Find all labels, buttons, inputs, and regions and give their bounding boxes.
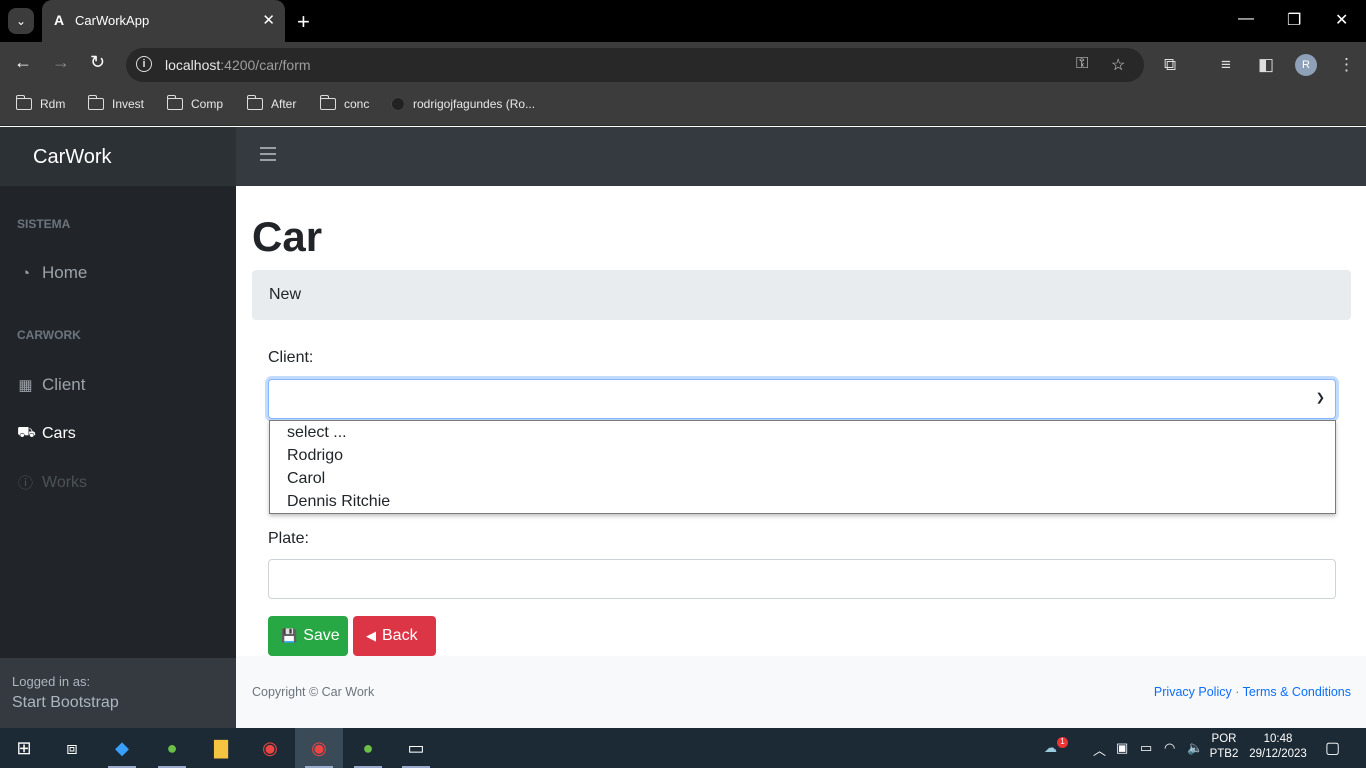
github-icon bbox=[391, 97, 405, 111]
back-arrow-icon[interactable]: ← bbox=[14, 52, 32, 73]
sidebar-item-client[interactable]: ▦ Client bbox=[17, 375, 85, 395]
windows-start-icon[interactable]: ⊞ bbox=[0, 728, 48, 768]
spring-tool-icon[interactable]: ● bbox=[344, 728, 392, 768]
sidebar-toggle-icon[interactable] bbox=[260, 147, 276, 165]
sidebar-item-home[interactable]: ◔ Home bbox=[17, 263, 87, 283]
restore-button[interactable]: ❐ bbox=[1287, 10, 1301, 30]
client-select[interactable]: ❯ bbox=[268, 379, 1336, 419]
profile-avatar[interactable]: R bbox=[1295, 54, 1317, 76]
folder-icon bbox=[246, 95, 263, 110]
page-title: Car bbox=[252, 213, 323, 260]
dashboard-icon: ◔ bbox=[20, 264, 31, 282]
address-bar[interactable]: i localhost:4200/car/form ⚿ ☆ bbox=[126, 48, 1144, 82]
privacy-policy-link[interactable]: Privacy Policy bbox=[1154, 685, 1232, 699]
sidebar-footer: Logged in as: Start Bootstrap bbox=[0, 658, 236, 728]
weather-badge: 1 bbox=[1057, 737, 1068, 748]
plate-label: Plate: bbox=[268, 530, 309, 547]
sidebar-item-cars[interactable]: ⛟ Cars bbox=[17, 424, 76, 443]
logged-in-user: Start Bootstrap bbox=[12, 694, 119, 711]
brand-area: CarWork bbox=[0, 127, 236, 186]
bookmark-star-icon[interactable]: ☆ bbox=[1111, 55, 1125, 75]
forward-arrow-icon[interactable]: → bbox=[52, 52, 70, 73]
folder-icon bbox=[15, 95, 32, 110]
windows-taskbar: ⊞ ⧈ ◆ ● ▇ ◉ ◉ ● ▭ ☁ 1 ︿ ▣ ▭ ◠ 🔈 POR PTB2… bbox=[0, 728, 1366, 768]
browser-toolbar: ← → ↻ i localhost:4200/car/form ⚿ ☆ ⧉ ≡ … bbox=[0, 42, 1366, 88]
bookmark-folder[interactable]: Rdm bbox=[15, 95, 65, 111]
floppy-disk-icon: 💾 bbox=[281, 628, 298, 643]
sidebar: SISTEMA ◔ Home CARWORK ▦ Client ⛟ Cars ⓘ… bbox=[0, 186, 236, 728]
tab-title: CarWorkApp bbox=[75, 13, 150, 28]
chrome-icon[interactable]: ◉ bbox=[246, 728, 294, 768]
browser-tab[interactable]: A CarWorkApp ✕ bbox=[42, 0, 285, 42]
sidebar-item-works[interactable]: ⓘ Works bbox=[17, 472, 87, 493]
bookmarks-bar: Rdm Invest Comp After conc rodrigojfagun… bbox=[0, 88, 1366, 126]
chevron-down-icon: ❯ bbox=[1315, 392, 1325, 404]
angular-icon: A bbox=[54, 12, 65, 28]
tab-close-icon[interactable]: ✕ bbox=[262, 11, 275, 29]
bookmark-folder[interactable]: After bbox=[246, 95, 296, 111]
arrow-circle-left-icon: ◀ bbox=[366, 628, 376, 643]
footer-separator: · bbox=[1235, 685, 1240, 699]
file-explorer-icon[interactable]: ▇ bbox=[197, 728, 245, 768]
media-control-icon[interactable]: ≡ bbox=[1221, 55, 1231, 75]
weather-icon[interactable]: ☁ bbox=[1044, 740, 1057, 756]
breadcrumb: New bbox=[252, 270, 1351, 320]
site-info-icon[interactable]: i bbox=[136, 56, 152, 72]
side-panel-icon[interactable]: ◧ bbox=[1258, 55, 1274, 75]
dropdown-option[interactable]: Carol bbox=[270, 467, 1335, 490]
volume-icon[interactable]: 🔈 bbox=[1187, 740, 1203, 756]
info-icon: ⓘ bbox=[17, 475, 33, 492]
dropdown-option[interactable]: Rodrigo bbox=[270, 444, 1335, 467]
folder-icon bbox=[87, 95, 104, 110]
terminal-icon[interactable]: ▭ bbox=[392, 728, 440, 768]
plate-input[interactable] bbox=[268, 559, 1336, 599]
task-view-icon[interactable]: ⧈ bbox=[48, 728, 96, 768]
logged-in-label: Logged in as: bbox=[12, 674, 91, 689]
client-label: Client: bbox=[268, 349, 314, 366]
spring-tool-icon[interactable]: ● bbox=[148, 728, 196, 768]
folder-icon bbox=[319, 95, 336, 110]
sidebar-heading-sistema: SISTEMA bbox=[17, 217, 71, 231]
bookmark-folder[interactable]: Comp bbox=[166, 95, 223, 111]
sidebar-heading-carwork: CARWORK bbox=[17, 328, 81, 342]
meet-now-icon[interactable]: ▣ bbox=[1116, 740, 1128, 756]
vscode-icon[interactable]: ◆ bbox=[98, 728, 146, 768]
app-top-navbar: CarWork bbox=[0, 127, 1366, 186]
browser-tab-strip: ⌄ A CarWorkApp ✕ + — ❐ ✕ bbox=[0, 0, 1366, 42]
bookmark-folder[interactable]: conc bbox=[319, 95, 369, 111]
back-button[interactable]: ◀ Back bbox=[353, 616, 436, 656]
chevron-up-icon[interactable]: ︿ bbox=[1093, 740, 1106, 759]
terms-link[interactable]: Terms & Conditions bbox=[1243, 685, 1351, 699]
clock[interactable]: 10:48 29/12/2023 bbox=[1246, 733, 1310, 760]
footer-links: Privacy Policy · Terms & Conditions bbox=[1154, 685, 1351, 699]
page-footer: Copyright © Car Work Privacy Policy · Te… bbox=[236, 656, 1366, 728]
minimize-button[interactable]: — bbox=[1238, 10, 1254, 28]
app-brand[interactable]: CarWork bbox=[33, 146, 112, 169]
tab-search-button[interactable]: ⌄ bbox=[8, 8, 34, 34]
client-dropdown-list: select ... Rodrigo Carol Dennis Ritchie bbox=[269, 420, 1336, 514]
reload-icon[interactable]: ↻ bbox=[90, 52, 105, 73]
chrome-active-icon[interactable]: ◉ bbox=[295, 728, 343, 768]
car-icon: ⛟ bbox=[17, 424, 36, 441]
url-text[interactable]: localhost:4200/car/form bbox=[165, 57, 311, 73]
bookmark-folder[interactable]: Invest bbox=[87, 95, 144, 111]
password-key-icon[interactable]: ⚿ bbox=[1076, 55, 1088, 73]
new-tab-button[interactable]: + bbox=[297, 9, 310, 35]
language-indicator[interactable]: POR PTB2 bbox=[1209, 733, 1239, 760]
close-window-button[interactable]: ✕ bbox=[1335, 10, 1348, 30]
save-button[interactable]: 💾 Save bbox=[268, 616, 348, 656]
notification-icon[interactable]: ▢ bbox=[1325, 738, 1340, 758]
folder-icon bbox=[166, 95, 183, 110]
bookmark-github[interactable]: rodrigojfagundes (Ro... bbox=[391, 97, 535, 111]
more-menu-icon[interactable]: ⋮ bbox=[1338, 55, 1355, 75]
dropdown-option[interactable]: select ... bbox=[270, 421, 1335, 444]
wifi-icon[interactable]: ◠ bbox=[1164, 740, 1175, 756]
copyright-text: Copyright © Car Work bbox=[252, 685, 375, 699]
extensions-icon[interactable]: ⧉ bbox=[1164, 55, 1176, 75]
dropdown-option[interactable]: Dennis Ritchie bbox=[270, 490, 1335, 513]
battery-icon[interactable]: ▭ bbox=[1140, 740, 1152, 756]
table-icon: ▦ bbox=[18, 377, 33, 394]
